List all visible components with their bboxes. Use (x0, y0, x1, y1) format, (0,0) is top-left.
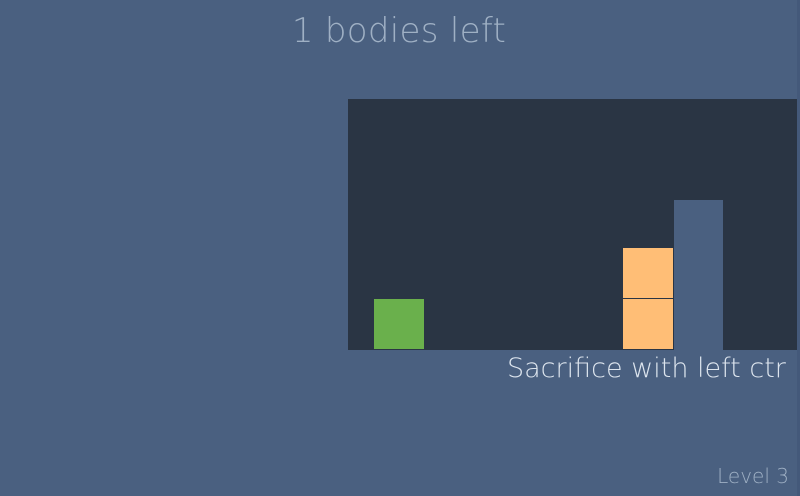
tutorial-hint: Sacrifice with left ctr (507, 353, 786, 384)
player-body (374, 299, 424, 349)
bodies-left-counter: 1 bodies left (291, 11, 507, 51)
crate-top (623, 248, 673, 298)
game-screen: 1 bodies left Sacrifice with left ctr Le… (0, 0, 800, 496)
crate-bottom (623, 299, 673, 349)
level-indicator: Level 3 (717, 464, 789, 488)
stone-pillar (674, 200, 723, 350)
